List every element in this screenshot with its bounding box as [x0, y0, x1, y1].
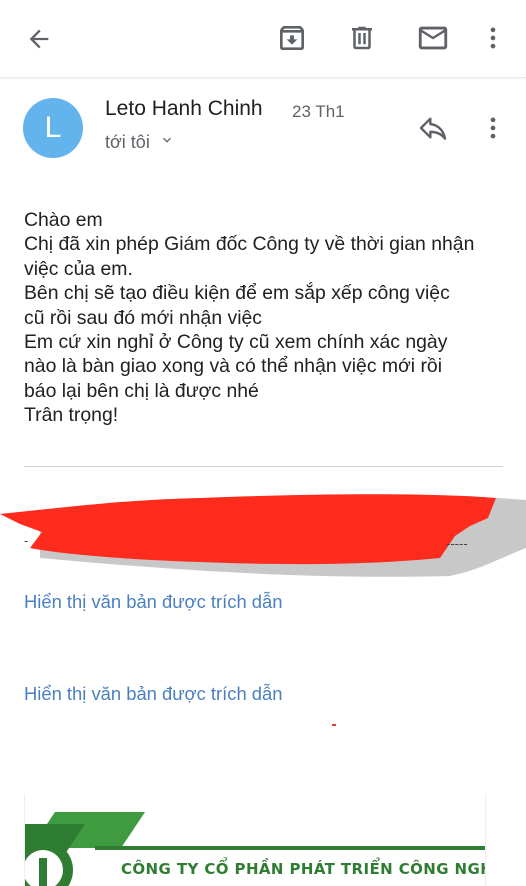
signature-divider [24, 466, 503, 467]
company-name: CÔNG TY CỔ PHẦN PHÁT TRIỂN CÔNG NGHỆ LET… [121, 860, 485, 878]
message-date: 23 Th1 [292, 102, 345, 121]
more-vert-icon [490, 27, 496, 49]
recipient-details-toggle[interactable]: tới tôi [105, 132, 175, 153]
avatar-letter: L [44, 111, 62, 144]
chevron-down-icon [159, 132, 175, 153]
trash-icon [352, 26, 372, 50]
more-options-button[interactable] [478, 20, 508, 56]
body-line: Chị đã xin phép Giám đốc Công ty về thời… [24, 233, 475, 256]
body-line: báo lại bên chị là được nhé [24, 379, 259, 402]
body-line: nào là bàn giao xong và có thể nhận việc… [24, 355, 443, 378]
arrow-back-icon [29, 29, 49, 49]
body-line: Em cứ xin nghỉ ở Công ty cũ xem chính xá… [24, 331, 448, 354]
back-button[interactable] [22, 22, 56, 56]
redacted-text-fragment: ----- [446, 536, 468, 551]
archive-icon [280, 26, 304, 50]
body-line: việc của em. [24, 257, 133, 280]
red-mark [332, 724, 336, 726]
mark-unread-button[interactable] [414, 20, 452, 56]
message-header: L Leto Hanh Chinh 23 Th1 tới tôi [0, 80, 526, 180]
recipient-label: tới tôi [105, 132, 150, 152]
more-vert-icon [490, 117, 496, 139]
redacted-text-fragment: - [24, 533, 29, 548]
reply-button[interactable] [414, 110, 452, 146]
body-line: cũ rồi sau đó mới nhận việc [24, 306, 262, 329]
top-app-bar [0, 0, 526, 78]
signature-banner: CÔNG TY CỔ PHẦN PHÁT TRIỂN CÔNG NGHỆ LET… [24, 794, 486, 886]
show-quoted-text-link[interactable]: Hiển thị văn bản được trích dẫn [24, 591, 282, 613]
body-line: Trân trọng! [24, 404, 119, 427]
message-body: Chào em Chị đã xin phép Giám đốc Công ty… [24, 208, 514, 428]
sender-name[interactable]: Leto Hanh Chinh [105, 97, 263, 121]
delete-button[interactable] [344, 20, 380, 56]
message-more-button[interactable] [478, 110, 508, 146]
redaction-mark [0, 488, 526, 580]
archive-button[interactable] [274, 20, 310, 56]
body-line: Chào em [24, 209, 103, 231]
reply-icon [419, 117, 447, 140]
show-quoted-text-link[interactable]: Hiển thị văn bản được trích dẫn [24, 683, 282, 705]
body-line: Bên chị sẽ tạo điều kiện để em sắp xếp c… [24, 282, 450, 305]
avatar[interactable]: L [23, 98, 83, 158]
mail-icon [418, 26, 448, 50]
